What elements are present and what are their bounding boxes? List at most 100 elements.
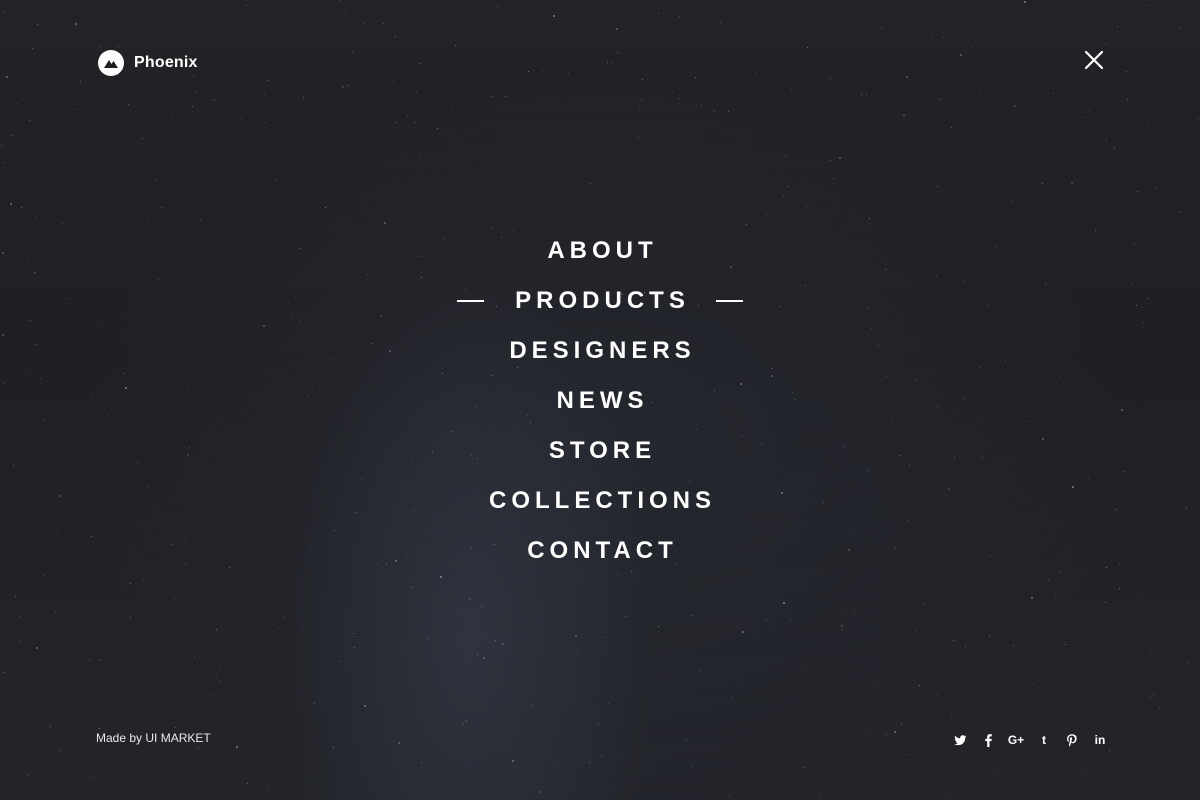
- menu-item-about: ABOUT: [0, 226, 1200, 276]
- star: [553, 15, 555, 17]
- star: [419, 63, 420, 64]
- star: [314, 703, 315, 704]
- star: [618, 610, 619, 611]
- star: [1137, 191, 1138, 192]
- menu-link-about[interactable]: ABOUT: [542, 237, 657, 265]
- twitter-icon[interactable]: [952, 731, 968, 749]
- star: [543, 71, 544, 72]
- star: [1106, 140, 1107, 141]
- star: [919, 685, 920, 686]
- star: [1014, 105, 1016, 107]
- star: [1033, 683, 1034, 684]
- facebook-icon[interactable]: [980, 731, 996, 749]
- menu-link-collections[interactable]: COLLECTIONS: [484, 487, 716, 515]
- star: [216, 629, 217, 630]
- star: [989, 636, 990, 637]
- star: [1155, 187, 1156, 188]
- star: [32, 48, 33, 49]
- star: [841, 625, 843, 627]
- star: [275, 180, 276, 181]
- google-plus-icon[interactable]: G+: [1008, 731, 1024, 749]
- star: [949, 619, 950, 620]
- star: [1188, 662, 1189, 663]
- star: [598, 724, 599, 725]
- star: [219, 670, 220, 671]
- star: [1065, 169, 1066, 170]
- star: [608, 703, 609, 704]
- star: [681, 67, 682, 68]
- star: [142, 138, 143, 139]
- star: [267, 786, 268, 787]
- star: [872, 215, 873, 216]
- menu-item-products: PRODUCTS: [0, 276, 1200, 326]
- linkedin-icon[interactable]: in: [1092, 731, 1108, 749]
- star: [232, 30, 233, 31]
- star: [21, 207, 22, 208]
- star: [943, 37, 944, 38]
- star: [994, 773, 995, 774]
- star: [803, 767, 804, 768]
- star: [960, 54, 962, 56]
- star: [701, 105, 702, 106]
- star: [62, 223, 63, 224]
- star: [890, 211, 891, 212]
- star: [672, 92, 673, 93]
- star: [890, 593, 891, 594]
- star: [172, 117, 173, 118]
- star: [971, 47, 972, 48]
- star: [192, 106, 193, 107]
- menu-link-contact[interactable]: CONTACT: [522, 537, 678, 565]
- star: [440, 576, 442, 578]
- star: [90, 777, 91, 778]
- star: [638, 137, 639, 138]
- pinterest-icon[interactable]: [1064, 731, 1080, 749]
- menu-link-store[interactable]: STORE: [544, 437, 656, 465]
- star: [532, 705, 533, 706]
- star: [903, 114, 905, 116]
- star: [163, 131, 164, 132]
- star: [494, 68, 495, 69]
- star: [1150, 697, 1151, 698]
- close-icon: [1084, 50, 1104, 70]
- star: [881, 28, 882, 29]
- star: [347, 85, 348, 86]
- star: [1117, 26, 1118, 27]
- menu-item-designers: DESIGNERS: [0, 326, 1200, 376]
- star: [229, 92, 230, 93]
- star: [383, 23, 384, 24]
- brand-logo[interactable]: Phoenix: [98, 50, 198, 76]
- star: [692, 615, 693, 616]
- close-menu-button[interactable]: [1082, 48, 1106, 72]
- star: [1011, 201, 1012, 202]
- star: [833, 178, 834, 179]
- menu-link-designers[interactable]: DESIGNERS: [504, 337, 695, 365]
- star: [915, 630, 916, 631]
- star: [568, 73, 569, 74]
- star: [1198, 118, 1199, 119]
- star: [455, 45, 456, 46]
- star: [314, 76, 315, 77]
- menu-link-news[interactable]: NEWS: [552, 387, 649, 415]
- star: [1048, 579, 1049, 580]
- star: [639, 106, 640, 107]
- star: [148, 221, 149, 222]
- star: [353, 633, 354, 634]
- star: [543, 604, 544, 605]
- star: [148, 93, 149, 94]
- star: [575, 635, 577, 637]
- star: [15, 596, 16, 597]
- star: [565, 101, 566, 102]
- star: [852, 50, 853, 51]
- star: [1119, 588, 1120, 589]
- star: [965, 646, 966, 647]
- star: [29, 120, 30, 121]
- star: [154, 86, 155, 87]
- star: [1064, 641, 1065, 642]
- star: [807, 47, 808, 48]
- menu-link-products[interactable]: PRODUCTS: [510, 287, 690, 315]
- star: [806, 206, 807, 207]
- star: [849, 170, 850, 171]
- star: [469, 599, 470, 600]
- tumblr-icon[interactable]: t: [1036, 731, 1052, 749]
- star: [17, 103, 18, 104]
